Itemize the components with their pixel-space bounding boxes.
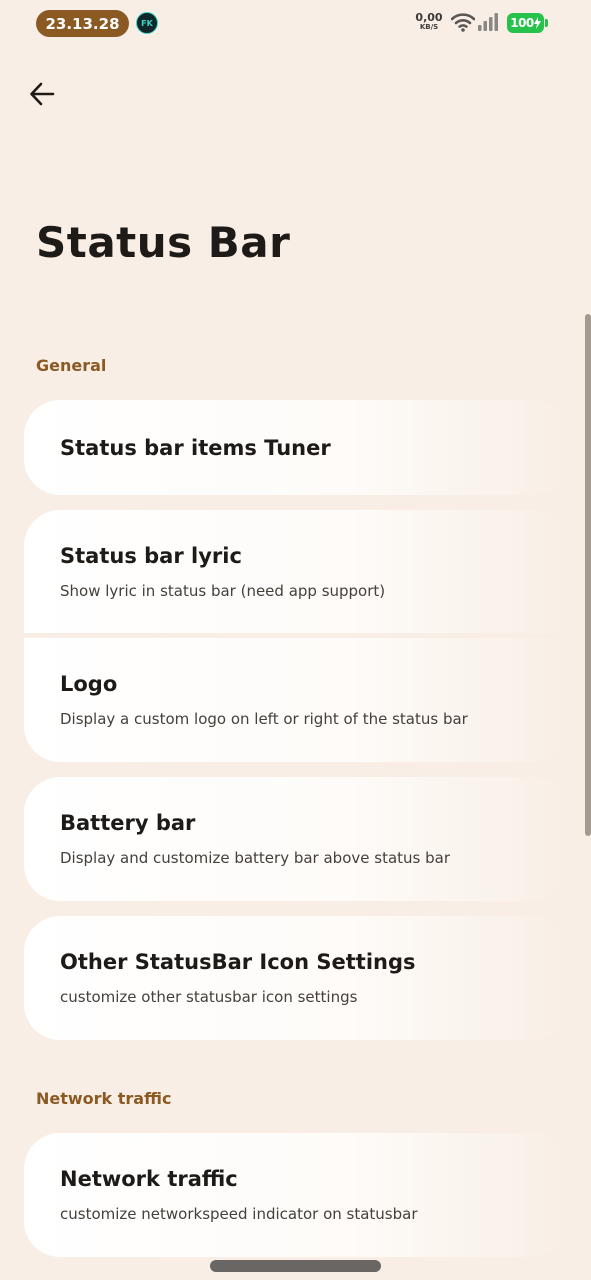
scrollbar[interactable] — [585, 314, 591, 836]
battery-level: 100 — [510, 16, 534, 30]
setting-item-status-bar-items-tuner[interactable]: Status bar items Tuner — [24, 400, 569, 495]
network-speed-indicator: 0,00 KB/S — [413, 12, 445, 31]
setting-item-logo[interactable]: Logo Display a custom logo on left or ri… — [24, 638, 569, 762]
arrow-left-icon — [30, 82, 55, 106]
setting-item-network-traffic[interactable]: Network traffic customize networkspeed i… — [24, 1133, 569, 1257]
page-title: Status Bar — [36, 218, 291, 267]
setting-item-status-bar-lyric[interactable]: Status bar lyric Show lyric in status ba… — [24, 510, 569, 633]
setting-item-title: Other StatusBar Icon Settings — [60, 950, 416, 974]
battery-level-body: 100 — [507, 13, 544, 33]
setting-item-subtitle: customize networkspeed indicator on stat… — [60, 1205, 418, 1223]
setting-item-subtitle: Display a custom logo on left or right o… — [60, 710, 468, 728]
setting-item-title: Logo — [60, 672, 118, 696]
clock: 23.13.28 — [36, 10, 129, 37]
section-header-general: General — [36, 356, 107, 375]
setting-item-subtitle: Show lyric in status bar (need app suppo… — [60, 581, 386, 600]
charging-bolt-icon — [533, 17, 541, 29]
section-header-network-traffic: Network traffic — [36, 1089, 172, 1108]
setting-item-other-statusbar-icon-settings[interactable]: Other StatusBar Icon Settings customize … — [24, 916, 569, 1040]
setting-item-subtitle: customize other statusbar icon settings — [60, 988, 358, 1006]
back-button[interactable] — [24, 76, 60, 112]
setting-item-title: Battery bar — [60, 811, 196, 835]
battery-icon: 100 — [507, 13, 548, 33]
network-speed-unit: KB/S — [419, 23, 439, 31]
setting-item-battery-bar[interactable]: Battery bar Display and customize batter… — [24, 777, 569, 901]
cellular-signal-icon — [478, 13, 498, 31]
system-status-bar: 23.13.28 FK 0,00 KB/S 100 — [0, 0, 591, 48]
battery-tip — [545, 19, 548, 27]
setting-item-title: Status bar items Tuner — [60, 435, 331, 460]
home-indicator[interactable] — [210, 1260, 381, 1272]
wifi-icon — [451, 13, 475, 32]
setting-item-title: Network traffic — [60, 1167, 238, 1191]
setting-item-title: Status bar lyric — [60, 543, 242, 568]
network-speed-value: 0,00 — [415, 11, 443, 24]
fk-kernel-manager-icon: FK — [136, 12, 158, 34]
setting-item-subtitle: Display and customize battery bar above … — [60, 849, 450, 867]
